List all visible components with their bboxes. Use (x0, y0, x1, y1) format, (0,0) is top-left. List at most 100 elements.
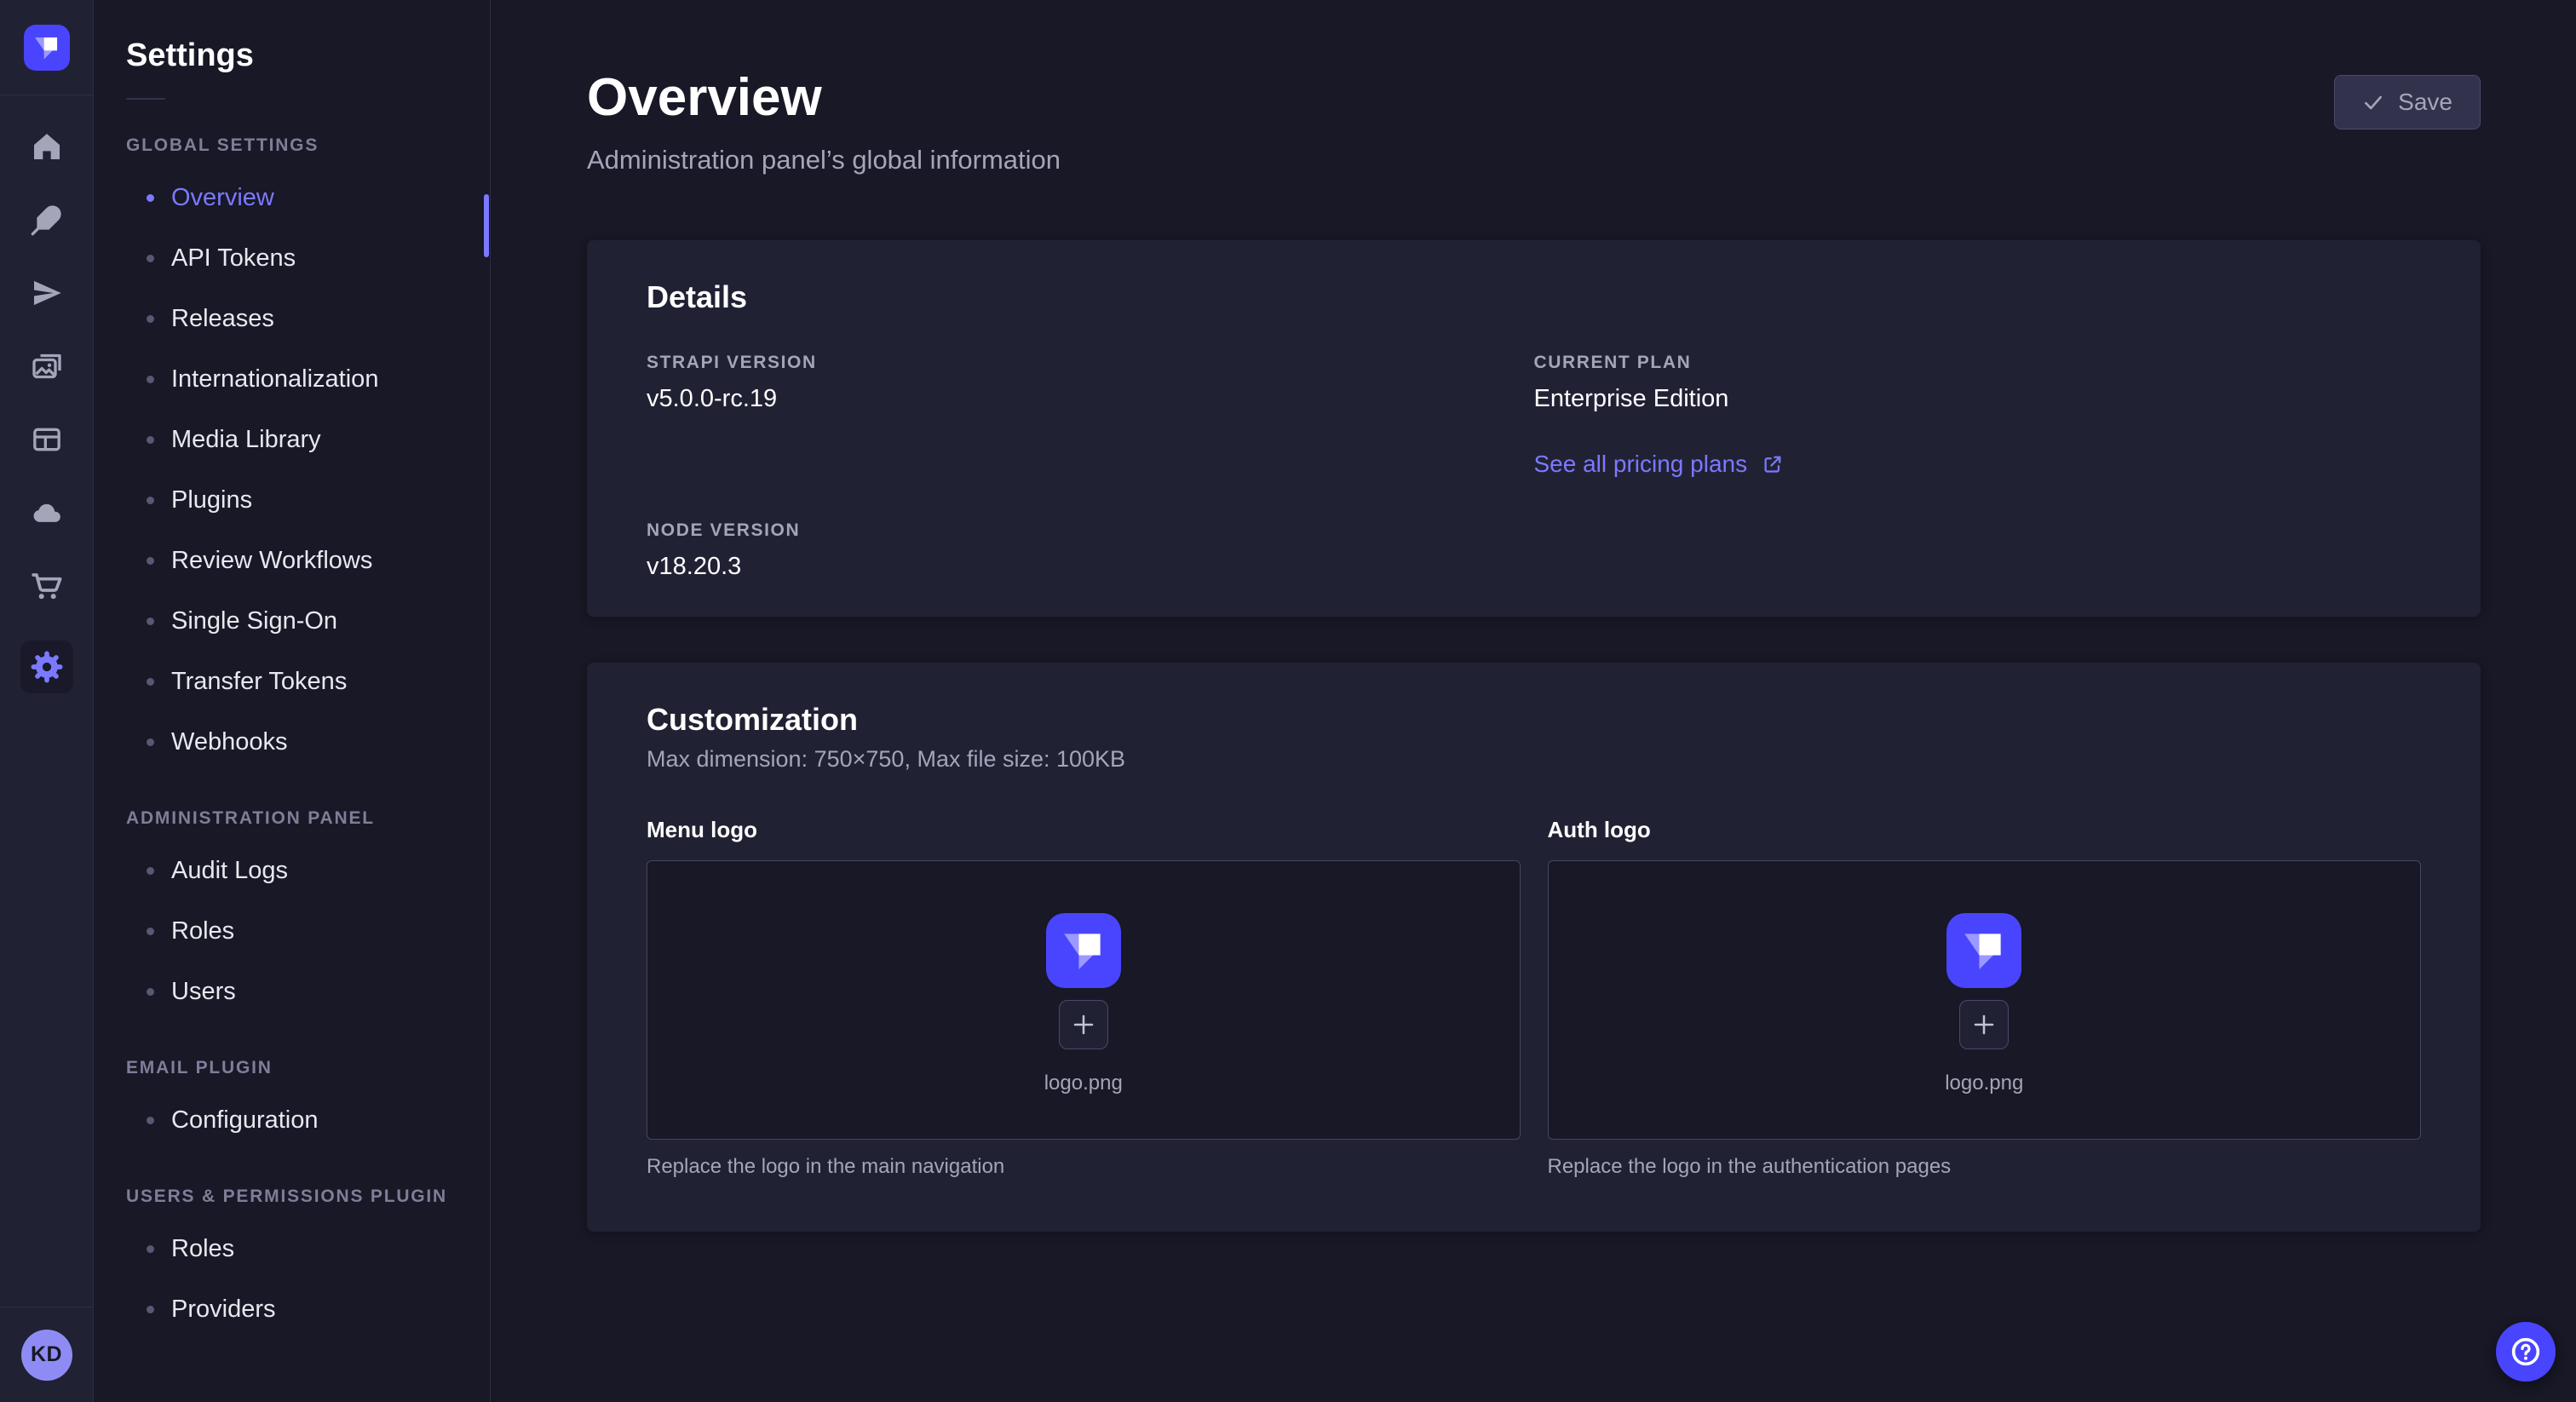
node-version-value: v18.20.3 (647, 553, 1534, 581)
subnav-item-audit-logs[interactable]: Audit Logs (94, 841, 490, 901)
subnav-item-label: Providers (171, 1296, 276, 1324)
bullet-icon (147, 678, 154, 686)
subnav-item-up-roles[interactable]: Roles (94, 1219, 490, 1279)
bullet-icon (147, 618, 154, 625)
customization-card: Customization Max dimension: 750×750, Ma… (587, 663, 2481, 1232)
menu-logo-label: Menu logo (647, 817, 1521, 843)
user-section: KD (0, 1307, 93, 1402)
subnav-item-single-sign-on[interactable]: Single Sign-On (94, 591, 490, 652)
main-nav-items (20, 128, 73, 1307)
details-card-title: Details (647, 279, 2421, 315)
question-mark-icon (2509, 1335, 2543, 1369)
subnav-item-plugins[interactable]: Plugins (94, 470, 490, 531)
auth-logo-field: Auth logo logo.png (1548, 817, 2422, 1179)
subnav-item-overview[interactable]: Overview (94, 168, 490, 228)
subnav-item-webhooks[interactable]: Webhooks (94, 712, 490, 773)
subnav-item-admin-roles[interactable]: Roles (94, 901, 490, 962)
strapi-logo-icon (1046, 913, 1121, 988)
subnav-scrollbar-thumb[interactable] (484, 194, 489, 257)
bullet-icon (147, 315, 154, 323)
menu-logo-dropzone[interactable]: logo.png (647, 860, 1521, 1140)
bullet-icon (147, 928, 154, 935)
help-button[interactable] (2496, 1322, 2556, 1382)
main-nav-rail: KD (0, 0, 94, 1402)
bullet-icon (147, 867, 154, 875)
subnav-item-label: Webhooks (171, 728, 288, 756)
subnav-item-email-configuration[interactable]: Configuration (94, 1090, 490, 1151)
customization-card-title: Customization (647, 702, 2421, 738)
bullet-icon (147, 1117, 154, 1124)
nav-content-type-builder[interactable] (28, 421, 66, 458)
current-plan-label: CURRENT PLAN (1534, 353, 2422, 373)
page-header: Overview Administration panel’s global i… (587, 72, 2481, 175)
details-grid-spacer (1534, 520, 2422, 581)
layout-icon (30, 422, 64, 457)
nav-content-manager[interactable] (28, 201, 66, 238)
paper-plane-icon (30, 276, 64, 310)
details-card: Details STRAPI VERSION v5.0.0-rc.19 CURR… (587, 240, 2481, 617)
auth-logo-add-button[interactable] (1959, 1000, 2009, 1049)
subnav-item-label: Transfer Tokens (171, 668, 347, 696)
strapi-version-field: STRAPI VERSION v5.0.0-rc.19 (647, 353, 1534, 478)
subnav-item-label: Audit Logs (171, 857, 288, 885)
subnav-item-api-tokens[interactable]: API Tokens (94, 228, 490, 289)
subnav-item-review-workflows[interactable]: Review Workflows (94, 531, 490, 591)
subnav-item-label: Roles (171, 917, 234, 945)
subnav-title: Settings (126, 37, 457, 74)
bullet-icon (147, 376, 154, 383)
pricing-plans-link-label: See all pricing plans (1534, 451, 1748, 478)
bullet-icon (147, 497, 154, 504)
section-email-plugin: EMAIL PLUGIN Configuration (94, 1058, 490, 1151)
subnav-item-admin-users[interactable]: Users (94, 962, 490, 1022)
section-label: ADMINISTRATION PANEL (126, 808, 457, 829)
nav-cloud[interactable] (28, 494, 66, 531)
bullet-icon (147, 194, 154, 202)
auth-logo-preview (1946, 913, 2021, 988)
external-link-icon (1761, 453, 1784, 476)
strapi-logo-icon (1946, 913, 2021, 988)
settings-subnav: Settings GLOBAL SETTINGS Overview API To… (94, 0, 491, 1402)
nav-releases[interactable] (28, 274, 66, 312)
plus-icon (1071, 1012, 1096, 1037)
menu-logo-field: Menu logo logo.png (647, 817, 1521, 1179)
subnav-item-label: Internationalization (171, 365, 378, 394)
subnav-item-media-library[interactable]: Media Library (94, 410, 490, 470)
strapi-version-label: STRAPI VERSION (647, 353, 1534, 373)
strapi-logo[interactable] (24, 25, 70, 71)
bullet-icon (147, 738, 154, 746)
customization-card-subtitle: Max dimension: 750×750, Max file size: 1… (647, 746, 2421, 773)
nav-media-library[interactable] (28, 348, 66, 385)
strapi-logo-icon (24, 25, 70, 71)
subnav-item-transfer-tokens[interactable]: Transfer Tokens (94, 652, 490, 712)
bullet-icon (147, 557, 154, 565)
subnav-title-divider (126, 98, 165, 100)
menu-logo-add-button[interactable] (1059, 1000, 1108, 1049)
home-icon (30, 129, 64, 164)
user-avatar[interactable]: KD (21, 1330, 72, 1381)
shopping-cart-icon (30, 569, 64, 603)
section-users-permissions-plugin: USERS & PERMISSIONS PLUGIN Roles Provide… (94, 1187, 490, 1340)
nav-marketplace[interactable] (28, 567, 66, 605)
subnav-item-label: API Tokens (171, 244, 296, 273)
subnav-item-label: Plugins (171, 486, 252, 514)
save-button-label: Save (2398, 89, 2452, 116)
menu-logo-hint: Replace the logo in the main navigation (647, 1155, 1521, 1179)
save-button[interactable]: Save (2334, 75, 2481, 129)
section-label: GLOBAL SETTINGS (126, 135, 457, 156)
subnav-item-up-providers[interactable]: Providers (94, 1279, 490, 1340)
current-plan-field: CURRENT PLAN Enterprise Edition See all … (1534, 353, 2422, 478)
subnav-item-internationalization[interactable]: Internationalization (94, 349, 490, 410)
bullet-icon (147, 1306, 154, 1313)
subnav-item-label: Single Sign-On (171, 607, 337, 635)
current-plan-value: Enterprise Edition (1534, 385, 2422, 413)
nav-home[interactable] (28, 128, 66, 165)
nav-settings[interactable] (20, 641, 73, 693)
auth-logo-dropzone[interactable]: logo.png (1548, 860, 2422, 1140)
main-content: Overview Administration panel’s global i… (491, 0, 2576, 1402)
subnav-item-releases[interactable]: Releases (94, 289, 490, 349)
auth-logo-filename: logo.png (1945, 1072, 2023, 1095)
page-header-text: Overview Administration panel’s global i… (587, 72, 1061, 175)
subnav-item-label: Configuration (171, 1106, 319, 1135)
bullet-icon (147, 1245, 154, 1253)
pricing-plans-link[interactable]: See all pricing plans (1534, 451, 1785, 478)
